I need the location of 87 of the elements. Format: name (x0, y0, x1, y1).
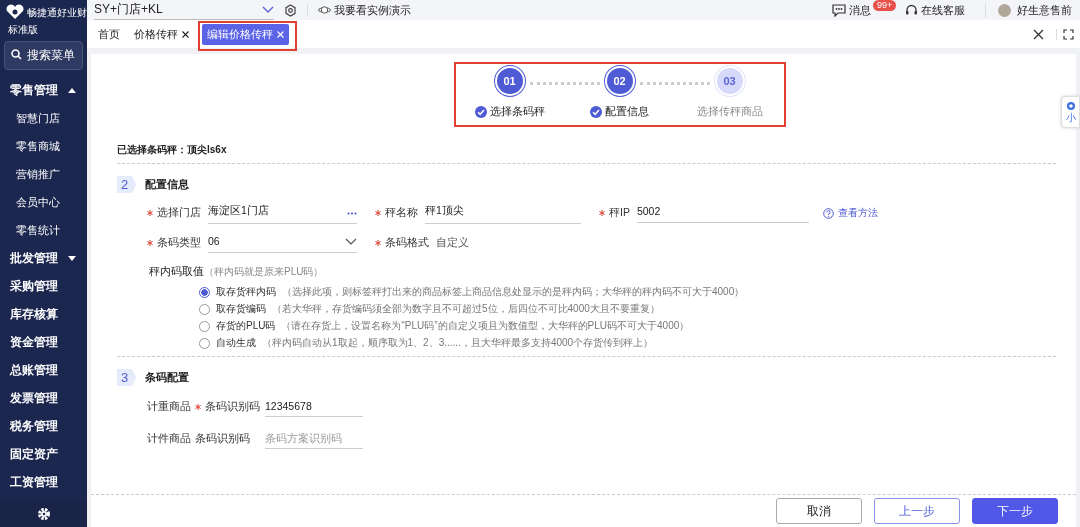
option-hint: （选择此项，则标签秤打出来的商品标签上商品信息处显示的是秤内码；大华秤的秤内码不可大于4000） (282, 285, 745, 299)
count-badge: 99+ (873, 0, 897, 11)
field-label: 秤名称 (385, 206, 418, 218)
logo-icon (5, 4, 25, 22)
field-label: 条码识别码 (205, 400, 260, 412)
section-title: 条码配置 (145, 370, 190, 385)
chevron-down-icon (345, 237, 357, 245)
menu-item[interactable]: 零售管理 (4, 76, 83, 104)
input-field[interactable]: 5002 (636, 203, 809, 223)
option-hint: （秤内码自动从1取起，顺序取为1、2、3......，且大华秤最多支持4000个存货传到秤上） (262, 336, 654, 350)
step-number: 01 (496, 68, 523, 94)
assistant-widget[interactable]: 小 (1061, 96, 1080, 128)
input-field[interactable]: 条码方案识别码 (265, 429, 363, 449)
menu-item[interactable]: 智慧门店 (4, 104, 83, 132)
option-label[interactable]: 存货的PLU码 (216, 319, 276, 333)
option-hint: （若大华秤，存货编码须全部为数字且不可超过5位，后四位不可比4000大且不要重复） (272, 302, 660, 316)
field-label: 条码识别码 (195, 432, 250, 444)
menu-item[interactable]: 固定资产 (4, 440, 83, 468)
menu-item[interactable]: 零售统计 (4, 216, 83, 244)
input-field[interactable]: 秤1顶尖 (425, 202, 581, 224)
field-label: 条码类型 (157, 236, 201, 248)
help-icon (823, 207, 834, 219)
check-icon (590, 105, 602, 118)
menu-item[interactable]: 资金管理 (4, 328, 83, 356)
close-icon[interactable] (182, 30, 189, 38)
option-label[interactable]: 自动生成 (216, 336, 256, 350)
close-icon[interactable] (1033, 28, 1044, 40)
online-service-link[interactable]: 在线客服 (905, 2, 965, 18)
field-label: 条码格式 (385, 236, 429, 248)
tab[interactable]: 编辑价格传秤 (202, 24, 289, 45)
radio-button[interactable] (199, 303, 210, 315)
menu-item[interactable]: 采购管理 (4, 272, 83, 300)
search-menu-button[interactable]: 搜索菜单 (4, 41, 83, 70)
step-label: 配置信息 (605, 104, 649, 119)
cancel-button[interactable]: 取消 (776, 498, 862, 524)
section-number: 3 (117, 369, 137, 386)
menu-item[interactable]: 会员中心 (4, 188, 83, 216)
row-label: 计重商品 (147, 400, 192, 414)
radio-button[interactable] (199, 337, 210, 349)
selected-scale-text: 已选择条码秤：顶尖ls6x (117, 143, 228, 157)
step-connector (639, 82, 710, 85)
headset-icon (905, 3, 918, 17)
field-label: 秤IP (609, 206, 630, 218)
step-number: 03 (716, 68, 743, 94)
input-field[interactable]: 海淀区1门店 (208, 202, 357, 224)
tab[interactable]: 首页 (93, 23, 125, 45)
menu-item[interactable]: 发票管理 (4, 384, 83, 412)
option-group-hint: （秤内码就是原来PLU码） (204, 266, 324, 277)
select-field[interactable]: 06 (208, 233, 357, 253)
menu-item[interactable]: 工资管理 (4, 468, 83, 496)
menu-item[interactable]: 税务管理 (4, 412, 83, 440)
step-number: 02 (606, 68, 633, 94)
option-label[interactable]: 取存货秤内码 (216, 285, 276, 299)
help-link[interactable]: 查看方法 (823, 206, 878, 220)
section-title: 配置信息 (145, 177, 190, 192)
menu-item[interactable]: 总账管理 (4, 356, 83, 384)
field-label: 选择门店 (157, 206, 201, 218)
option-group-title: 秤内码取值 (149, 265, 204, 277)
account-select[interactable]: SY+门店+KL (94, 0, 274, 20)
previous-button[interactable]: 上一步 (874, 498, 960, 524)
option-label[interactable]: 取存货编码 (216, 302, 266, 316)
radio-button[interactable] (199, 320, 210, 332)
chat-icon (832, 3, 846, 17)
row-label: 计件商品 (147, 432, 192, 446)
fullscreen-icon[interactable] (1056, 28, 1074, 40)
demo-link[interactable]: 我要看实例演示 (318, 2, 411, 18)
step-connector (529, 82, 600, 85)
avatar (998, 3, 1011, 17)
menu-item[interactable]: 库存核算 (4, 300, 83, 328)
tab[interactable]: 价格传秤 (129, 23, 194, 45)
menu-item[interactable]: 营销推广 (4, 160, 83, 188)
option-hint: （请在存货上，设置名称为“PLU码”的自定义项且为数值型，大华秤的PLU码不可大于4000） (281, 319, 690, 333)
brand-name: 畅捷通好业财 (27, 6, 87, 20)
menu-item[interactable]: 零售商城 (4, 132, 83, 160)
chevron-down-icon (262, 5, 274, 13)
user-menu[interactable]: 好生意售前 (985, 2, 1072, 18)
menu-item[interactable]: 批发管理 (4, 244, 83, 272)
section-number: 2 (117, 176, 137, 193)
planet-icon (318, 5, 331, 15)
edition-label: 标准版 (7, 23, 39, 37)
next-button[interactable]: 下一步 (972, 498, 1058, 524)
check-icon (474, 105, 487, 118)
step-label: 选择传秤商品 (696, 104, 763, 119)
radio-button[interactable] (199, 286, 210, 298)
step-label: 选择条码秤 (489, 104, 545, 119)
settings-icon[interactable] (284, 3, 308, 17)
field-value: 自定义 (436, 236, 469, 250)
